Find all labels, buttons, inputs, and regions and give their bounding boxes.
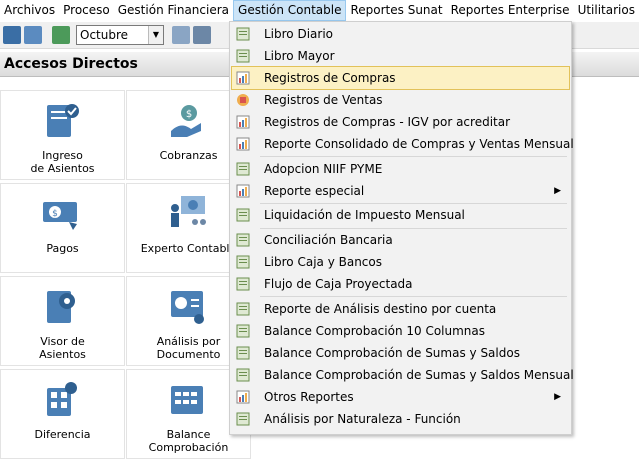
menu-item-libro-caja-bancos[interactable]: Libro Caja y Bancos [232,251,569,273]
menu-item-balance-10-columnas[interactable]: Balance Comprobación 10 Columnas [232,320,569,342]
tile-label: Ingreso de Asientos [1,149,124,175]
report-icon [236,208,250,222]
menu-item-registros-compras[interactable]: Registros de Compras [232,67,569,89]
collect-money-icon: $ [167,101,207,141]
sales-icon [236,93,250,107]
menu-gestion-contable[interactable]: Gestión Contable [233,0,346,21]
menu-item-flujo-caja[interactable]: Flujo de Caja Proyectada [232,273,569,295]
chart-report-icon [236,115,250,129]
menu-item-adopcion-niif[interactable]: Adopcion NIIF PYME [232,158,569,180]
menu-gestion-financiera[interactable]: Gestión Financiera [114,0,233,21]
report-icon [236,27,250,41]
menu-bar: Archivos Proceso Gestión Financiera Gest… [0,0,639,21]
menu-utilitarios[interactable]: Utilitarios [574,0,639,21]
gestion-contable-menu: Libro Diario Libro Mayor Registros de Co… [229,21,572,435]
menu-item-liquidacion-impuesto[interactable]: Liquidación de Impuesto Mensual [232,204,569,226]
report-icon [236,412,250,426]
menu-separator [260,156,567,157]
menu-item-balance-sumas-saldos-mensual[interactable]: Balance Comprobación de Sumas y Saldos M… [232,364,569,386]
report-icon [236,255,250,269]
report-icon [236,324,250,338]
submenu-arrow-icon: ▶ [554,386,561,408]
menu-item-conciliacion-bancaria[interactable]: Conciliación Bancaria [232,229,569,251]
menu-item-libro-diario[interactable]: Libro Diario [232,23,569,45]
report-icon [236,162,250,176]
menu-separator [260,296,567,297]
tile-label: Pagos [1,242,124,255]
menu-item-libro-mayor[interactable]: Libro Mayor [232,45,569,67]
expert-presentation-icon [167,194,207,234]
settings-icon[interactable] [193,26,211,44]
tile-pagos[interactable]: $ Pagos [0,183,125,273]
menu-item-registros-ventas[interactable]: Registros de Ventas [232,89,569,111]
view-entries-icon [41,287,81,327]
report-icon [236,277,250,291]
building-icon[interactable] [24,26,42,44]
users-icon[interactable] [3,26,21,44]
svg-text:$: $ [52,209,58,219]
tile-diferencia[interactable]: Diferencia [0,369,125,459]
period-select[interactable]: Octubre ▼ [76,25,164,45]
menu-reportes-sunat[interactable]: Reportes Sunat [346,0,446,21]
tile-label: Visor de Asientos [1,335,124,361]
calculator-icon [41,380,81,420]
report-icon [236,49,250,63]
menu-reportes-enterprise[interactable]: Reportes Enterprise [447,0,574,21]
report-icon [236,233,250,247]
spreadsheet-icon [167,380,207,420]
svg-text:$: $ [186,109,192,120]
menu-item-analisis-naturaleza[interactable]: Análisis por Naturaleza - Función [232,408,569,430]
chevron-down-icon[interactable]: ▼ [148,26,163,44]
chart-report-icon [236,137,250,151]
menu-item-reporte-consolidado[interactable]: Reporte Consolidado de Compras y Ventas … [232,133,569,155]
menu-item-registros-compras-igv[interactable]: Registros de Compras - IGV por acreditar [232,111,569,133]
period-value: Octubre [77,28,148,42]
report-icon [236,368,250,382]
menu-item-reporte-especial[interactable]: Reporte especial ▶ [232,180,569,202]
tile-visor-asientos[interactable]: Visor de Asientos [0,276,125,366]
document-analysis-icon [167,287,207,327]
document-icon[interactable] [172,26,190,44]
report-icon [236,346,250,360]
chart-report-icon [236,390,250,404]
payment-icon: $ [41,194,81,234]
menu-item-balance-sumas-saldos[interactable]: Balance Comprobación de Sumas y Saldos [232,342,569,364]
menu-archivos[interactable]: Archivos [0,0,59,21]
chart-report-icon [236,71,250,85]
exit-icon[interactable] [52,26,70,44]
chart-report-icon [236,184,250,198]
tile-label: Diferencia [1,428,124,441]
menu-item-reporte-analisis-destino[interactable]: Reporte de Análisis destino por cuenta [232,298,569,320]
report-icon [236,302,250,316]
journal-entry-icon [41,101,81,141]
tile-ingreso-asientos[interactable]: Ingreso de Asientos [0,90,125,180]
menu-proceso[interactable]: Proceso [59,0,114,21]
submenu-arrow-icon: ▶ [554,180,561,202]
menu-item-otros-reportes[interactable]: Otros Reportes ▶ [232,386,569,408]
